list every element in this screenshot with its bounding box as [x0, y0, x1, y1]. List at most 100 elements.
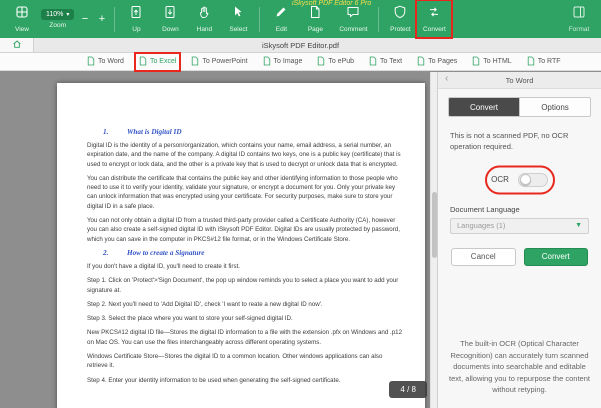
- ocr-notice-text: This is not a scanned PDF, no OCR operat…: [450, 130, 589, 153]
- select-tool-button[interactable]: Select: [221, 1, 255, 37]
- zoom-value: 110%: [46, 11, 63, 18]
- to-rtf-button[interactable]: To RTF: [524, 54, 564, 70]
- convert-side-panel: ‹ To Word Convert Options This is not a …: [437, 72, 601, 408]
- doc-paragraph: Step 2. Next you'll need to 'Add Digital…: [87, 300, 403, 309]
- page-button[interactable]: Page: [298, 1, 332, 37]
- document-tabbar: iSkysoft PDF Editor.pdf: [0, 38, 601, 53]
- comment-bubble-icon: [346, 5, 360, 24]
- to-powerpoint-label: To PowerPoint: [202, 58, 247, 65]
- hand-label: Hand: [197, 26, 213, 33]
- protect-button[interactable]: Protect: [383, 1, 417, 37]
- doc-paragraph: Windows Certificate Store—Stores the dig…: [87, 352, 403, 371]
- page-icon: [308, 5, 322, 24]
- to-pages-label: To Pages: [428, 58, 457, 65]
- cancel-button[interactable]: Cancel: [451, 248, 516, 266]
- heading-text: What is Digital ID: [127, 128, 182, 136]
- format-label: Format: [569, 26, 590, 33]
- toolbar-divider: [114, 7, 115, 32]
- doc-paragraph: Step 3. Select the place where you want …: [87, 314, 403, 323]
- document-language-label: Document Language: [450, 205, 589, 214]
- format-panel-icon: [572, 5, 586, 24]
- chevron-down-icon: ▼: [575, 222, 582, 229]
- to-epub-label: To ePub: [328, 58, 354, 65]
- toolbar-divider: [378, 7, 379, 32]
- toolbar-divider: [259, 7, 260, 32]
- doc-paragraph: You can distribute the certificate that …: [87, 174, 403, 211]
- doc-icon: [263, 56, 271, 68]
- page-up-button[interactable]: Up: [119, 1, 153, 37]
- language-select[interactable]: Languages (1) ▼: [450, 218, 589, 234]
- panel-action-buttons: Cancel Convert: [451, 248, 588, 266]
- chevron-down-icon: ▾: [66, 11, 69, 18]
- back-chevron-icon[interactable]: ‹: [445, 73, 448, 84]
- zoom-label: Zoom: [49, 22, 66, 29]
- to-html-button[interactable]: To HTML: [469, 54, 514, 70]
- doc-paragraph: If you don't have a digital ID, you'll n…: [87, 262, 403, 271]
- heading-number: 1.: [103, 128, 127, 136]
- tab-convert[interactable]: Convert: [449, 98, 519, 116]
- doc-icon: [191, 56, 199, 68]
- zoom-in-button[interactable]: +: [95, 14, 108, 25]
- to-text-button[interactable]: To Text: [366, 54, 405, 70]
- hand-icon: [197, 5, 211, 24]
- page-indicator-badge: 4 / 8: [389, 381, 427, 398]
- pdf-page-content: 1. What is Digital ID Digital ID is the …: [57, 83, 425, 385]
- panel-header: ‹ To Word: [438, 72, 601, 89]
- convert-button[interactable]: Convert: [417, 1, 451, 37]
- to-excel-button[interactable]: To Excel: [136, 54, 179, 70]
- shield-icon: [393, 5, 407, 24]
- page-down-label: Down: [162, 26, 179, 33]
- language-select-value: Languages (1): [457, 221, 505, 230]
- main-toolbar: View 110% ▾ Zoom − + Up Down Hand: [0, 0, 601, 38]
- pencil-icon: [274, 5, 288, 24]
- doc-heading-2: 2. How to create a Signature: [103, 249, 403, 257]
- zoom-level-dropdown[interactable]: 110% ▾: [41, 9, 74, 20]
- vertical-scrollbar[interactable]: [430, 72, 437, 408]
- to-image-label: To Image: [274, 58, 303, 65]
- pdf-page: 1. What is Digital ID Digital ID is the …: [57, 83, 425, 408]
- zoom-out-button[interactable]: −: [78, 14, 91, 25]
- view-grid-icon: [15, 5, 29, 24]
- select-label: Select: [229, 26, 247, 33]
- heading-text: How to create a Signature: [127, 249, 204, 257]
- doc-icon: [87, 56, 95, 68]
- panel-tabs: Convert Options: [448, 97, 591, 117]
- to-text-label: To Text: [380, 58, 402, 65]
- ocr-description-text: The built-in OCR (Optical Character Reco…: [448, 338, 591, 396]
- to-excel-label: To Excel: [150, 58, 176, 65]
- edit-button[interactable]: Edit: [264, 1, 298, 37]
- doc-heading-1: 1. What is Digital ID: [103, 128, 403, 136]
- doc-paragraph: New PKCS#12 digital ID file—Stores the d…: [87, 328, 403, 347]
- to-powerpoint-button[interactable]: To PowerPoint: [188, 54, 250, 70]
- zoom-controls: 110% ▾ Zoom − +: [41, 9, 108, 29]
- to-epub-button[interactable]: To ePub: [314, 54, 357, 70]
- doc-icon: [317, 56, 325, 68]
- doc-paragraph: Step 1. Click on 'Protect'>'Sign Documen…: [87, 276, 403, 295]
- protect-label: Protect: [390, 26, 411, 33]
- edit-label: Edit: [276, 26, 287, 33]
- page-down-icon: [163, 5, 177, 24]
- to-pages-button[interactable]: To Pages: [414, 54, 460, 70]
- ocr-toggle[interactable]: [518, 173, 548, 187]
- doc-paragraph: You can not only obtain a digital ID fro…: [87, 216, 403, 244]
- to-image-button[interactable]: To Image: [260, 54, 306, 70]
- to-rtf-label: To RTF: [538, 58, 561, 65]
- pdf-viewport[interactable]: 1. What is Digital ID Digital ID is the …: [0, 72, 437, 408]
- to-word-button[interactable]: To Word: [84, 54, 127, 70]
- comment-button[interactable]: Comment: [332, 1, 374, 37]
- view-button[interactable]: View: [5, 1, 39, 37]
- ocr-toggle-knob: [520, 174, 531, 185]
- document-tab-title[interactable]: iSkysoft PDF Editor.pdf: [0, 41, 601, 50]
- doc-paragraph: Step 4. Enter your identity information …: [87, 376, 403, 385]
- convert-label: Convert: [423, 26, 446, 33]
- convert-options-bar: To Word To Excel To PowerPoint To Image …: [0, 53, 601, 71]
- format-button[interactable]: Format: [562, 1, 596, 37]
- doc-icon: [472, 56, 480, 68]
- convert-action-button[interactable]: Convert: [524, 248, 589, 266]
- page-down-button[interactable]: Down: [153, 1, 187, 37]
- tab-options[interactable]: Options: [519, 98, 590, 116]
- heading-number: 2.: [103, 249, 127, 257]
- page-up-icon: [129, 5, 143, 24]
- view-label: View: [15, 26, 29, 33]
- hand-tool-button[interactable]: Hand: [187, 1, 221, 37]
